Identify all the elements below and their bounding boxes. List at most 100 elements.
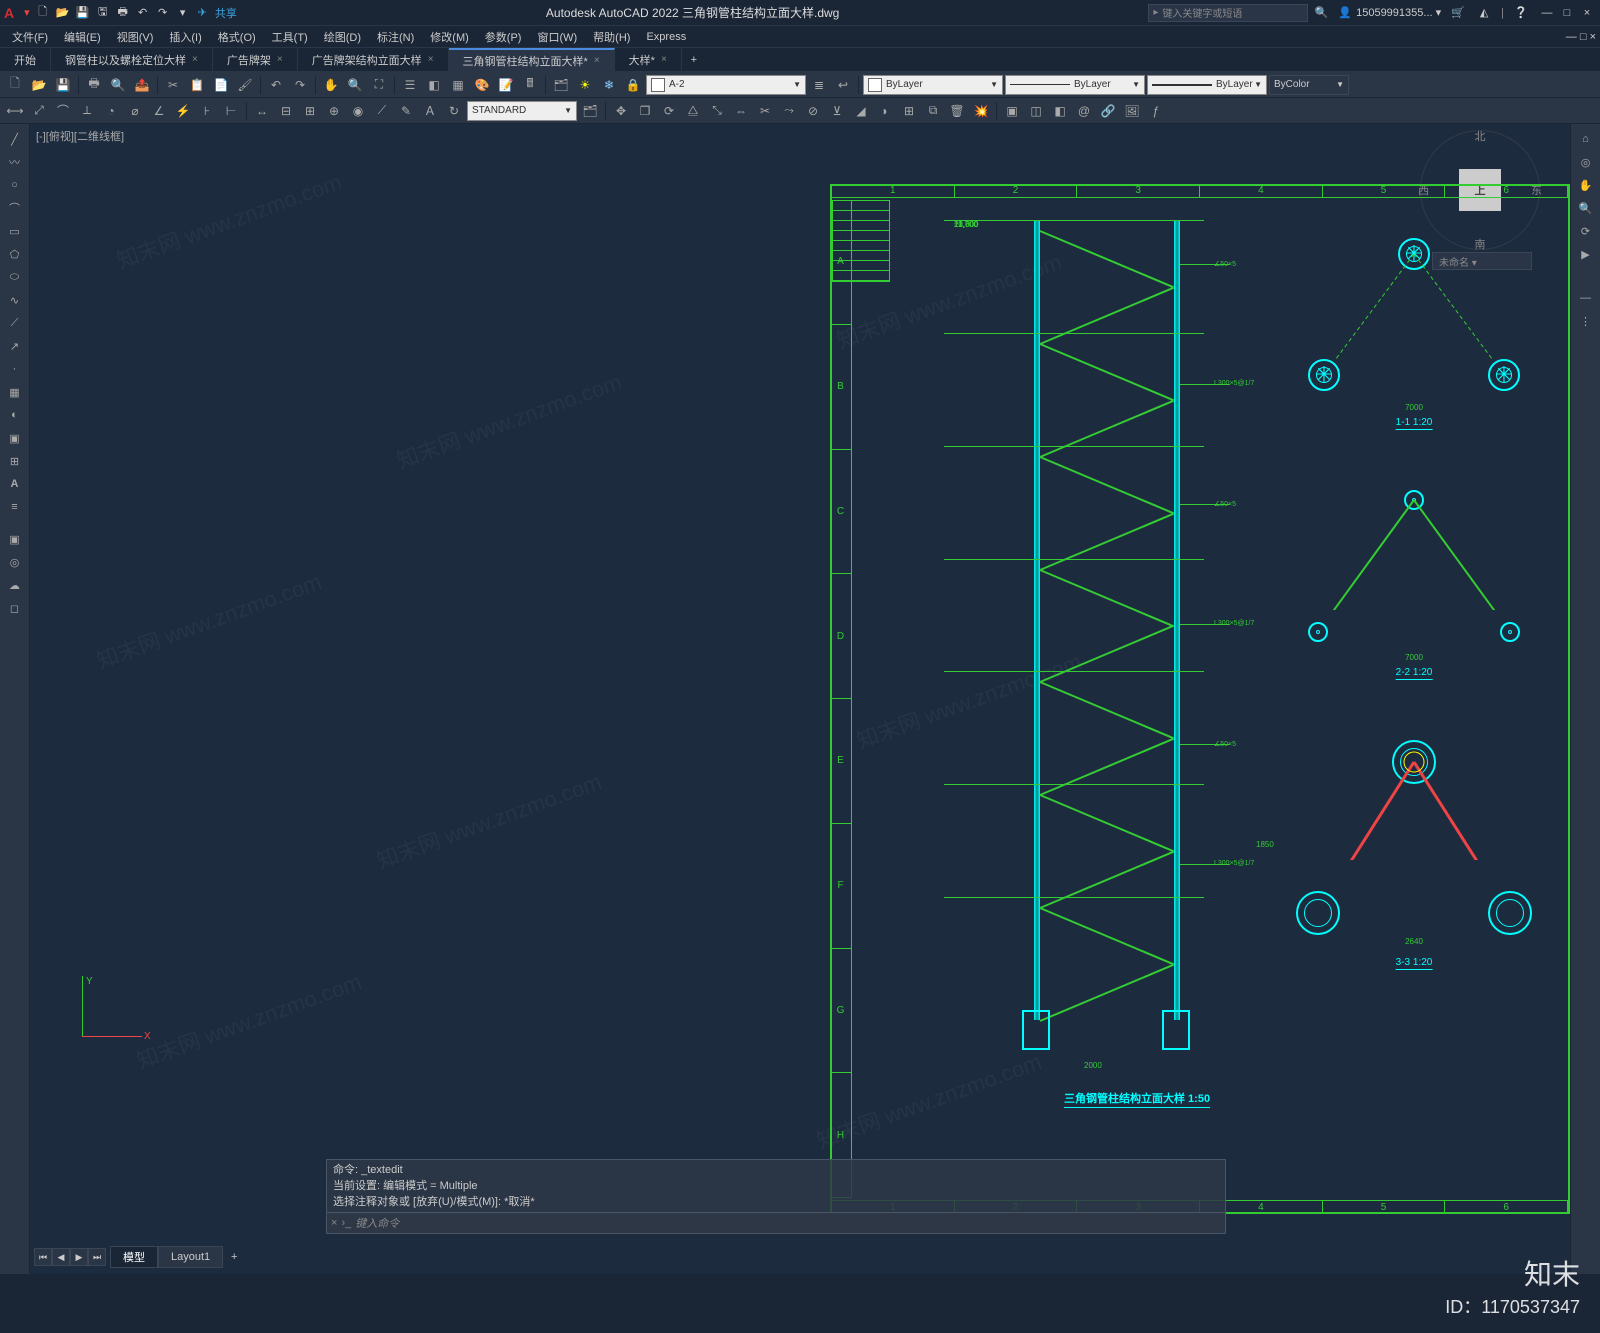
minimize-button[interactable]: — xyxy=(1538,5,1556,21)
dim-ordinate-icon[interactable]: ⟂ xyxy=(76,100,98,122)
layout-nav-first-icon[interactable]: ⏮ xyxy=(34,1248,52,1266)
new-tab-button[interactable]: + xyxy=(682,54,706,66)
block-attr-icon[interactable]: @ xyxy=(1073,100,1095,122)
drawing-canvas[interactable]: [-][俯视][二维线框] 知末网 www.znzmo.com 知末网 www.… xyxy=(30,124,1570,1274)
qat-arrow-icon[interactable]: ▾ xyxy=(174,4,192,22)
menu-window[interactable]: 窗口(W) xyxy=(529,29,585,45)
tool-trim-icon[interactable]: ✂ xyxy=(754,100,776,122)
child-minimize-button[interactable]: — xyxy=(1566,31,1577,43)
mtext-tool-icon[interactable]: A xyxy=(3,473,27,495)
dim-edit-icon[interactable]: ✎ xyxy=(395,100,417,122)
dim-diameter-icon[interactable]: ⌀ xyxy=(124,100,146,122)
ucs-icon[interactable]: Y X xyxy=(64,976,144,1056)
tool-pan-icon[interactable]: ✋ xyxy=(320,74,342,96)
rect-tool-icon[interactable]: ▭ xyxy=(3,220,27,242)
tool-explode-icon[interactable]: 💥 xyxy=(970,100,992,122)
menu-help[interactable]: 帮助(H) xyxy=(585,29,638,45)
dim-tedit-icon[interactable]: Ａ xyxy=(419,100,441,122)
tool-new-icon[interactable]: 🗋 xyxy=(4,74,26,96)
tool-match-icon[interactable]: 🖌 xyxy=(234,74,256,96)
qat-plot-icon[interactable]: 🖶 xyxy=(114,4,132,22)
tool-offset-icon[interactable]: ⧉ xyxy=(922,100,944,122)
dim-center-icon[interactable]: ⊕ xyxy=(323,100,345,122)
navbar-dash-icon[interactable]: — xyxy=(1574,287,1598,309)
dim-linear-icon[interactable]: ⟷ xyxy=(4,100,26,122)
qat-new-icon[interactable]: 🗋 xyxy=(34,4,52,22)
layer-prev-icon[interactable]: ↩ xyxy=(832,74,854,96)
hatch-tool-icon[interactable]: ▦ xyxy=(3,381,27,403)
dimstyle-dropdown[interactable]: STANDARD▼ xyxy=(467,101,577,121)
cart-icon[interactable]: 🛒 xyxy=(1449,4,1467,22)
tool-sheet-icon[interactable]: ▦ xyxy=(447,74,469,96)
dim-angular-icon[interactable]: ∠ xyxy=(148,100,170,122)
tool-zoom-icon[interactable]: 🔍 xyxy=(344,74,366,96)
tool-qcalc-icon[interactable]: 🖩 xyxy=(519,74,541,96)
gradient-tool-icon[interactable]: ◐ xyxy=(3,404,27,426)
model-tab[interactable]: 模型 xyxy=(110,1246,158,1268)
dim-jogged-icon[interactable]: ⟋ xyxy=(371,100,393,122)
menu-tools[interactable]: 工具(T) xyxy=(264,29,316,45)
menu-express[interactable]: Express xyxy=(638,31,694,43)
circle-tool-icon[interactable]: ○ xyxy=(3,174,27,196)
tool-extend-icon[interactable]: ⤳ xyxy=(778,100,800,122)
lineweight-dropdown[interactable]: ByLayer▼ xyxy=(1147,75,1267,95)
tab-file-3[interactable]: 广告牌架结构立面大样× xyxy=(298,48,449,72)
tool-save-icon[interactable]: 💾 xyxy=(52,74,74,96)
tool-props-icon[interactable]: ☰ xyxy=(399,74,421,96)
dim-space-icon[interactable]: ↔ xyxy=(251,100,273,122)
layer-dropdown[interactable]: A-2▼ xyxy=(646,75,806,95)
ellipse-tool-icon[interactable]: ⬭ xyxy=(3,266,27,288)
navbar-home-icon[interactable]: ⌂ xyxy=(1574,128,1598,150)
tool-zoomext-icon[interactable]: ⛶ xyxy=(368,74,390,96)
xline-tool-icon[interactable]: ⟋ xyxy=(3,312,27,334)
close-icon[interactable]: × xyxy=(428,54,434,65)
tool-chamfer-icon[interactable]: ◢ xyxy=(850,100,872,122)
linetype-dropdown[interactable]: ByLayer▼ xyxy=(1005,75,1145,95)
tab-file-4[interactable]: 三角钢管柱结构立面大样*× xyxy=(449,48,615,72)
menu-draw[interactable]: 绘图(D) xyxy=(316,29,369,45)
navbar-showmotion-icon[interactable]: ▶ xyxy=(1574,243,1598,265)
block-create-icon[interactable]: ◫ xyxy=(1025,100,1047,122)
tab-file-2[interactable]: 广告牌架× xyxy=(213,48,298,72)
pline-tool-icon[interactable]: 〰 xyxy=(3,151,27,173)
dim-tolerance-icon[interactable]: ⊞ xyxy=(299,100,321,122)
app-menu-arrow[interactable]: ▾ xyxy=(24,6,30,19)
menu-edit[interactable]: 编辑(E) xyxy=(56,29,109,45)
donut-tool-icon[interactable]: ◎ xyxy=(3,551,27,573)
navbar-zoom-icon[interactable]: 🔍 xyxy=(1574,197,1598,219)
tab-file-1[interactable]: 钢管柱以及螺栓定位大样× xyxy=(51,48,213,72)
menu-file[interactable]: 文件(F) xyxy=(4,29,56,45)
navbar-pan-icon[interactable]: ✋ xyxy=(1574,174,1598,196)
dim-baseline-icon[interactable]: ⊦ xyxy=(196,100,218,122)
viewport-label[interactable]: [-][俯视][二维线框] xyxy=(36,128,124,144)
tool-publish-icon[interactable]: 📤 xyxy=(131,74,153,96)
tool-break-icon[interactable]: ⊘ xyxy=(802,100,824,122)
close-button[interactable]: × xyxy=(1578,5,1596,21)
share-icon[interactable]: ✈ xyxy=(198,6,207,19)
tool-join-icon[interactable]: ⊻ xyxy=(826,100,848,122)
tool-copy-icon[interactable]: 📋 xyxy=(186,74,208,96)
tool-cut-icon[interactable]: ✂ xyxy=(162,74,184,96)
table-tool-icon[interactable]: ⊞ xyxy=(3,450,27,472)
qat-open-icon[interactable]: 📂 xyxy=(54,4,72,22)
dim-continue-icon[interactable]: ⊢ xyxy=(220,100,242,122)
share-button[interactable]: 共享 xyxy=(215,5,237,21)
qat-saveas-icon[interactable]: 🖫 xyxy=(94,4,112,22)
tool-move-icon[interactable]: ✥ xyxy=(610,100,632,122)
revision-tool-icon[interactable]: ☁ xyxy=(3,574,27,596)
search-input[interactable]: ▸ 键入关键字或短语 xyxy=(1148,4,1308,22)
command-line[interactable]: × ›_ 键入命令 xyxy=(326,1212,1226,1234)
dim-break-icon[interactable]: ⊟ xyxy=(275,100,297,122)
color-dropdown[interactable]: ByLayer▼ xyxy=(863,75,1003,95)
navbar-grip-icon[interactable]: ⋮ xyxy=(1574,310,1598,332)
menu-format[interactable]: 格式(O) xyxy=(210,29,264,45)
tool-markup-icon[interactable]: 📝 xyxy=(495,74,517,96)
add-layout-button[interactable]: + xyxy=(223,1251,245,1263)
layer-lock-icon[interactable]: 🔒 xyxy=(622,74,644,96)
menu-parametric[interactable]: 参数(P) xyxy=(477,29,530,45)
tool-erase-icon[interactable]: 🗑 xyxy=(946,100,968,122)
dim-radius-icon[interactable]: ◔ xyxy=(100,100,122,122)
tool-undo-icon[interactable]: ↶ xyxy=(265,74,287,96)
tool-array-icon[interactable]: ⊞ xyxy=(898,100,920,122)
child-maximize-button[interactable]: □ xyxy=(1580,31,1587,43)
